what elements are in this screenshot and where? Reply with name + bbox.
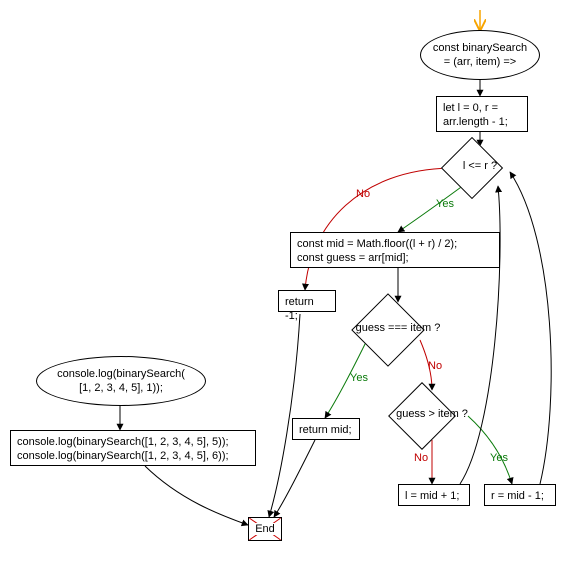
label-cond3-yes: Yes [490,452,508,464]
node-init-text: let l = 0, r = arr.length - 1; [443,102,508,128]
node-init: let l = 0, r = arr.length - 1; [436,96,528,132]
node-calls-text: console.log(binarySearch([1, 2, 3, 4, 5]… [17,436,229,462]
node-call1: console.log(binarySearch( [1, 2, 3, 4, 5… [36,356,206,406]
node-return-neg1-text: return -1; [285,296,314,322]
node-lplus-text: l = mid + 1; [405,490,459,502]
node-start: const binarySearch = (arr, item) => [420,30,540,80]
flowchart-canvas: const binarySearch = (arr, item) => let … [0,0,573,572]
node-mid-text: const mid = Math.floor((l + r) / 2); con… [297,238,457,264]
label-cond2-no: No [428,360,442,372]
label-cond3-no: No [414,452,428,464]
node-cond2-text: guess === item ? [348,322,448,335]
node-lplus: l = mid + 1; [398,484,470,506]
node-calls: console.log(binarySearch([1, 2, 3, 4, 5]… [10,430,256,466]
label-cond2-yes: Yes [350,372,368,384]
node-cond1-text: l <= r ? [452,160,508,173]
node-mid: const mid = Math.floor((l + r) / 2); con… [290,232,500,268]
node-call1-text: console.log(binarySearch( [1, 2, 3, 4, 5… [57,367,185,396]
node-return-mid: return mid; [292,418,360,440]
node-return-mid-text: return mid; [299,424,352,436]
node-cond3-text: guess > item ? [386,408,478,421]
label-cond1-no: No [356,188,370,200]
node-return-neg1: return -1; [278,290,336,312]
node-end-text: End [254,523,276,535]
node-end: End [248,517,282,541]
label-cond1-yes: Yes [436,198,454,210]
node-start-text: const binarySearch = (arr, item) => [433,41,527,70]
node-rminus-text: r = mid - 1; [491,490,544,502]
node-rminus: r = mid - 1; [484,484,556,506]
